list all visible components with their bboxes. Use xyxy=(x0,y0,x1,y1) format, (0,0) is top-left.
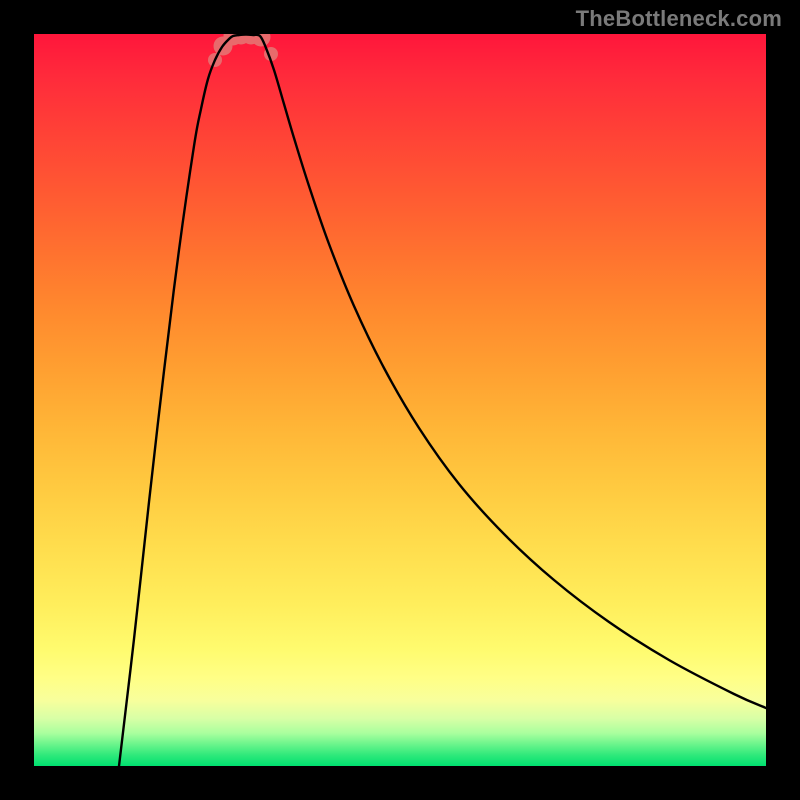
watermark-text: TheBottleneck.com xyxy=(576,6,782,32)
curve-layer xyxy=(34,34,766,766)
bottleneck-curve xyxy=(119,35,766,767)
plot-area xyxy=(34,34,766,766)
chart-frame: TheBottleneck.com xyxy=(0,0,800,800)
